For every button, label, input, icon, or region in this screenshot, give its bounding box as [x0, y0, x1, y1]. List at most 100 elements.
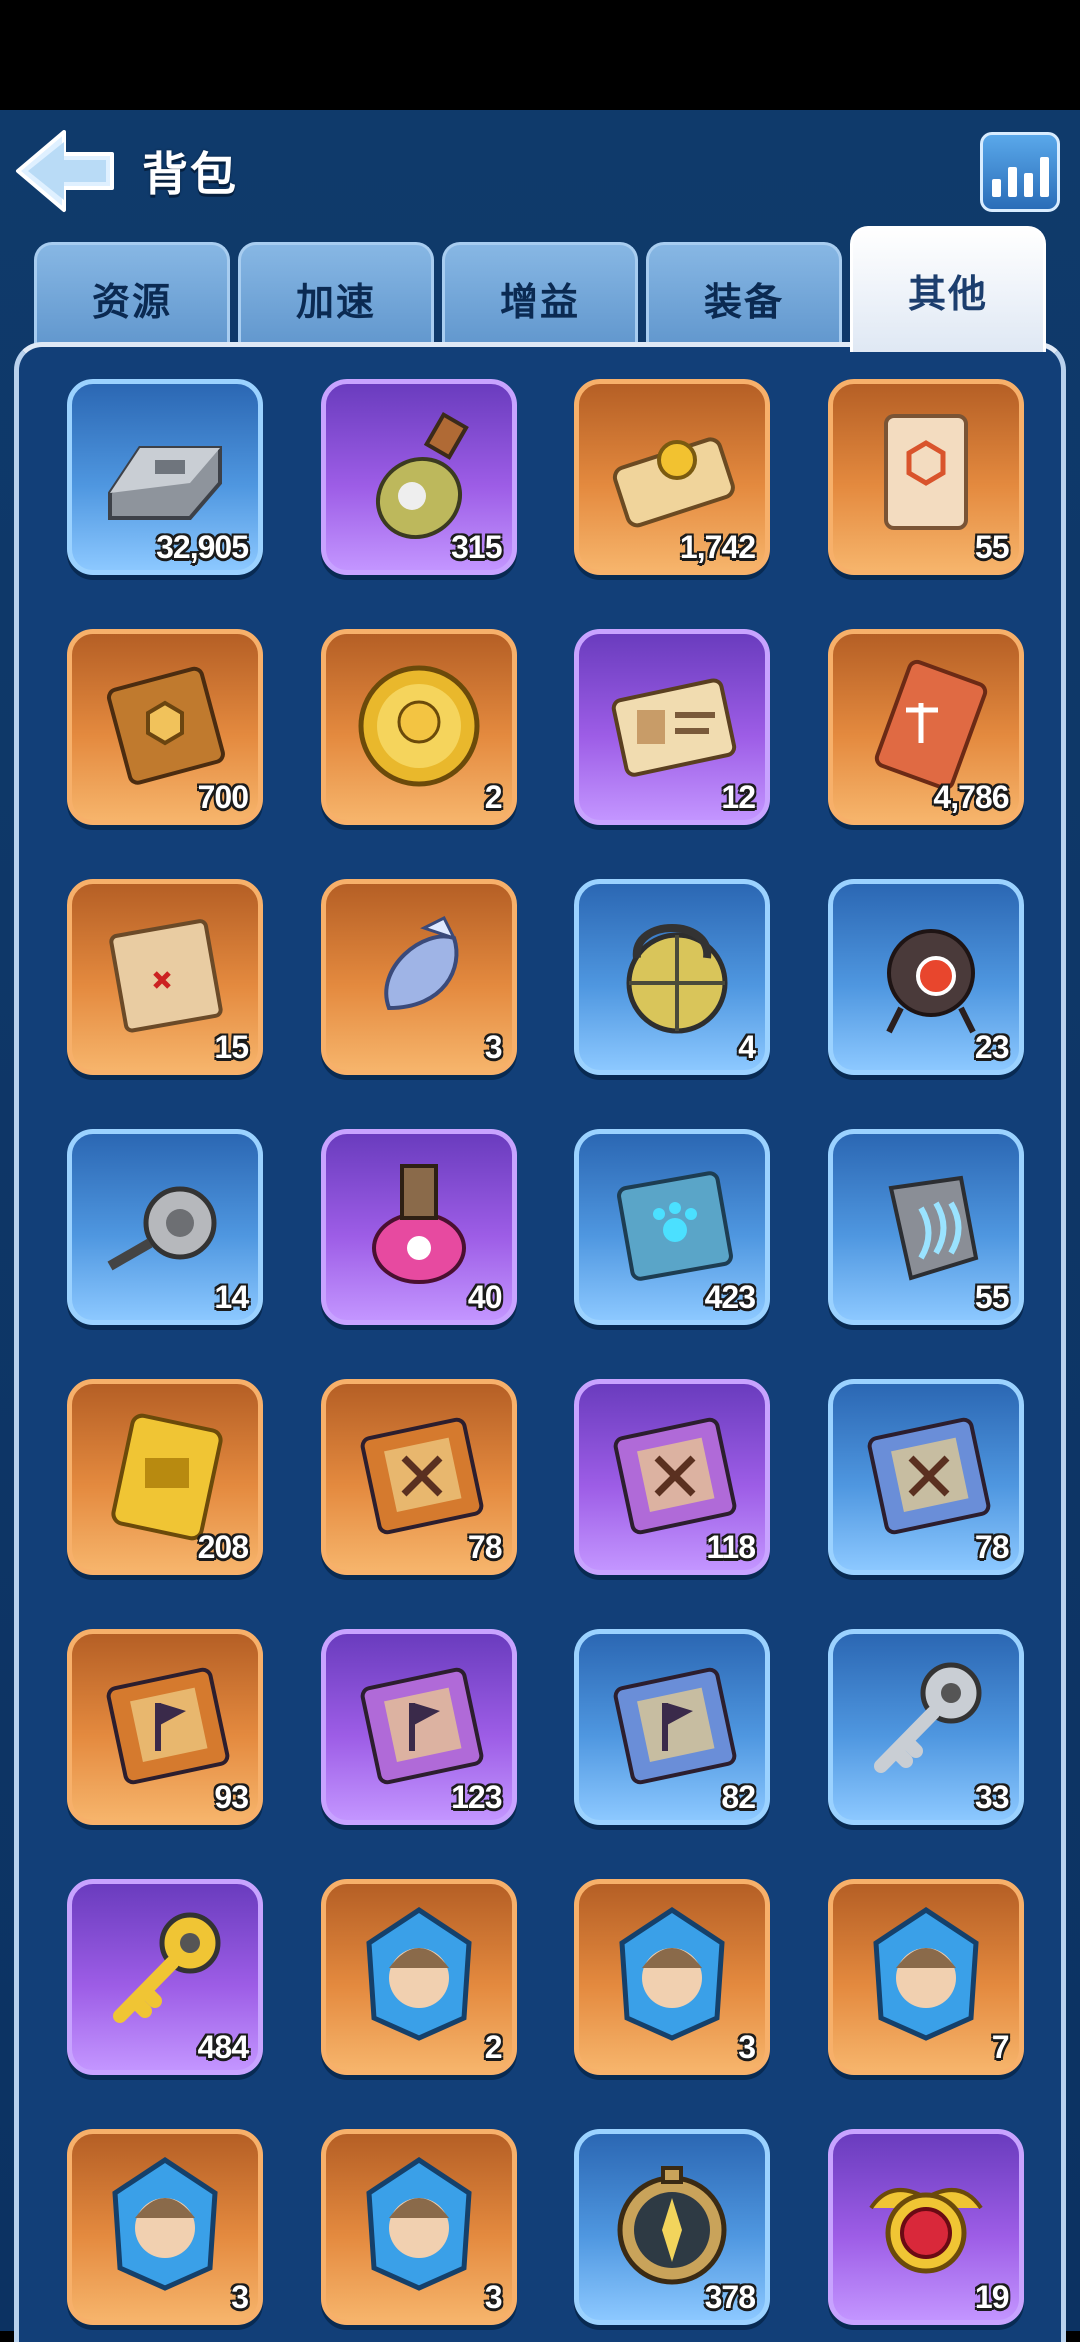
- inventory-item[interactable]: 12: [574, 629, 770, 825]
- inventory-grid: 32,905 315 1,742 55 700 2 12 4,786 15 3 4 23 14 40 423…: [19, 347, 1061, 2342]
- inventory-item[interactable]: 4: [574, 879, 770, 1075]
- blonde-hero-crystal-icon: [597, 1898, 747, 2048]
- item-quantity: 32,905: [156, 529, 249, 565]
- gold-coin-icon: [344, 648, 494, 798]
- item-quantity: 15: [214, 1029, 249, 1065]
- treasure-map-icon: [90, 898, 240, 1048]
- ruby-amulet-icon: [851, 2148, 1001, 2298]
- inventory-item[interactable]: 78: [827, 1379, 1024, 1575]
- item-quantity: 14: [214, 1279, 249, 1315]
- inventory-item[interactable]: 484: [67, 1879, 263, 2075]
- potion-bottle-icon: [344, 398, 494, 548]
- inventory-item[interactable]: 378: [574, 2129, 770, 2325]
- item-quantity: 19: [974, 2279, 1010, 2315]
- inventory-item[interactable]: 3: [320, 2129, 517, 2325]
- inventory-item[interactable]: 82: [574, 1629, 770, 1825]
- inventory-item[interactable]: 15: [67, 879, 263, 1075]
- item-quantity: 118: [706, 1529, 756, 1565]
- item-quantity: 4: [738, 1029, 756, 1065]
- flag-book-blue-icon: [597, 1648, 747, 1798]
- item-quantity: 3: [738, 2029, 756, 2065]
- inventory-item[interactable]: 32,905: [67, 379, 263, 575]
- inventory-item[interactable]: 423: [574, 1129, 770, 1325]
- inventory-item[interactable]: 93: [67, 1629, 263, 1825]
- item-quantity: 4,786: [933, 779, 1009, 815]
- item-quantity: 208: [197, 1529, 249, 1565]
- flag-book-orange-icon: [90, 1648, 240, 1798]
- inventory-panel: 32,905 315 1,742 55 700 2 12 4,786 15 3 4 23 14 40 423…: [14, 342, 1066, 2342]
- item-quantity: 123: [451, 1779, 502, 1815]
- item-quantity: 82: [721, 1779, 756, 1815]
- gold-ticket-icon: [90, 1398, 240, 1548]
- inventory-item[interactable]: 1,742: [574, 379, 770, 575]
- item-quantity: 2: [484, 779, 503, 815]
- inventory-item[interactable]: 700: [67, 629, 263, 825]
- inventory-item[interactable]: 208: [67, 1379, 263, 1575]
- paper-scroll-icon: [851, 398, 1001, 548]
- item-quantity: 3: [484, 1029, 503, 1065]
- item-quantity: 378: [704, 2279, 756, 2315]
- inventory-item[interactable]: 123: [320, 1629, 517, 1825]
- tab-speedup[interactable]: 加速: [238, 242, 434, 352]
- scales-ticket-icon: [851, 648, 1001, 798]
- fishing-reel-icon: [90, 1148, 240, 1298]
- inventory-item[interactable]: 55: [827, 379, 1024, 575]
- pirate-emblem-crystal-icon: [344, 1898, 494, 2048]
- tab-equipment[interactable]: 装备: [646, 242, 842, 352]
- item-quantity: 33: [974, 1779, 1010, 1815]
- inventory-item[interactable]: 3: [320, 879, 517, 1075]
- back-arrow-icon[interactable]: [14, 128, 118, 214]
- id-card-icon: [597, 648, 747, 798]
- paw-potion-icon: [344, 1148, 494, 1298]
- paw-book-icon: [597, 1148, 747, 1298]
- inventory-item[interactable]: 33: [827, 1629, 1024, 1825]
- inventory-item[interactable]: 118: [574, 1379, 770, 1575]
- cage-lantern-icon: [597, 898, 747, 1048]
- silver-ingot-icon: [90, 398, 240, 548]
- old-hero-crystal-icon: [344, 2148, 494, 2298]
- inventory-item[interactable]: 7: [827, 1879, 1024, 2075]
- flag-book-purple-icon: [344, 1648, 494, 1798]
- tab-other[interactable]: 其他: [850, 226, 1046, 352]
- inventory-item[interactable]: 23: [827, 879, 1024, 1075]
- swords-book-purple-icon: [597, 1398, 747, 1548]
- item-quantity: 2: [484, 2029, 503, 2065]
- item-quantity: 3: [484, 2279, 503, 2315]
- page-title: 背包: [142, 148, 238, 200]
- tab-resources[interactable]: 资源: [34, 242, 230, 352]
- inventory-item[interactable]: 40: [320, 1129, 517, 1325]
- inventory-item[interactable]: 3: [67, 2129, 263, 2325]
- item-quantity: 3: [231, 2279, 249, 2315]
- tab-boost[interactable]: 增益: [442, 242, 638, 352]
- inventory-item[interactable]: 315: [320, 379, 517, 575]
- swords-book-blue-icon: [851, 1398, 1001, 1548]
- item-quantity: 1,742: [679, 529, 756, 565]
- item-quantity: 7: [991, 2029, 1010, 2065]
- item-quantity: 55: [974, 529, 1010, 565]
- inventory-item[interactable]: 78: [320, 1379, 517, 1575]
- inventory-item[interactable]: 14: [67, 1129, 263, 1325]
- inventory-item[interactable]: 3: [574, 1879, 770, 2075]
- item-quantity: 78: [467, 1529, 503, 1565]
- item-quantity: 700: [197, 779, 249, 815]
- backpack-screen: 背包 资源 加速 增益 装备 其他 32,905 315 1,742 55 700 2 12…: [0, 110, 1080, 2342]
- item-quantity: 423: [704, 1279, 756, 1315]
- compass-icon: [597, 2148, 747, 2298]
- item-quantity: 315: [451, 529, 502, 565]
- swords-book-orange-icon: [344, 1398, 494, 1548]
- item-quantity: 55: [974, 1279, 1010, 1315]
- crystal-shard-icon: [344, 898, 494, 1048]
- inventory-item[interactable]: 55: [827, 1129, 1024, 1325]
- silver-key-icon: [851, 1648, 1001, 1798]
- item-quantity: 93: [214, 1779, 249, 1815]
- inventory-item[interactable]: 19: [827, 2129, 1024, 2325]
- bearded-hero-crystal-icon: [90, 2148, 240, 2298]
- grey-hair-hero-crystal-icon: [851, 1898, 1001, 2048]
- item-quantity: 484: [197, 2029, 249, 2065]
- item-quantity: 40: [467, 1279, 503, 1315]
- inventory-item[interactable]: 2: [320, 629, 517, 825]
- stats-chart-icon[interactable]: [980, 132, 1060, 212]
- inventory-item[interactable]: 2: [320, 1879, 517, 2075]
- inventory-item[interactable]: 4,786: [827, 629, 1024, 825]
- item-quantity: 78: [974, 1529, 1010, 1565]
